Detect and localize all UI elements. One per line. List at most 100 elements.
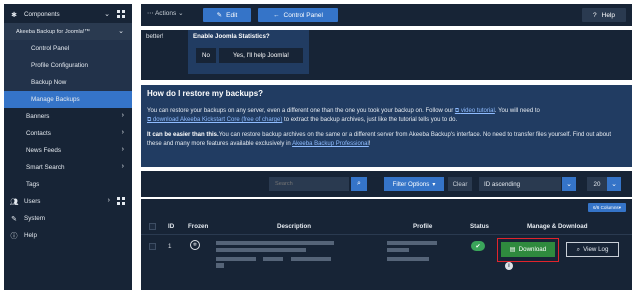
sidebar-item-label: Smart Search — [26, 164, 65, 171]
sidebar-item-system[interactable]: ✎ System — [4, 210, 132, 227]
restore-text: . You will need to — [494, 108, 540, 114]
more-icon: ⋯ — [147, 10, 154, 17]
sidebar-item-label: Manage Backups — [31, 96, 80, 103]
restore-info-panel: How do I restore my backups? You can res… — [141, 85, 632, 167]
restore-bold-text: It can be easier than this. — [147, 132, 219, 138]
help-label: Help — [601, 11, 615, 19]
sidebar-item-banners[interactable]: Banners › — [4, 108, 132, 125]
help-button[interactable]: ? Help — [582, 8, 626, 22]
chevron-down-icon[interactable]: ⌄ — [104, 10, 110, 18]
search-button[interactable]: ⌕ — [351, 177, 367, 191]
sort-dropdown-button[interactable]: ⌄ — [562, 177, 576, 191]
sidebar-item-label: Banners — [26, 113, 50, 120]
chevron-right-icon: › — [121, 146, 124, 153]
stats-no-button[interactable]: No — [196, 48, 216, 63]
select-all-checkbox[interactable] — [149, 223, 156, 230]
restore-text: to extract the backup archives, just lik… — [282, 117, 458, 123]
stats-title: Enable Joomla Statistics? — [193, 33, 270, 40]
sidebar-item-label: Control Panel — [31, 45, 70, 52]
akeeba-pro-link[interactable]: Akeeba Backup Professional — [292, 141, 369, 147]
check-icon: ✔ — [475, 243, 481, 250]
sidebar-item-backup-now[interactable]: Backup Now — [4, 74, 132, 91]
columns-toggle-label: 6/6 Columns — [592, 205, 619, 210]
status-ok-badge: ✔ — [471, 241, 485, 251]
sidebar-item-label: Contacts — [26, 130, 51, 137]
download-button[interactable]: ▤ Download — [501, 242, 555, 257]
row-checkbox[interactable] — [149, 243, 156, 250]
divider — [141, 234, 632, 235]
sidebar-item-label: System — [24, 215, 45, 222]
chevron-down-icon: ⌄ — [566, 181, 572, 188]
control-panel-label: Control Panel — [283, 11, 323, 19]
stats-yes-button[interactable]: Yes, I'll help Joomla! — [219, 48, 303, 63]
edit-label: Edit — [226, 11, 238, 19]
view-log-button[interactable]: ⌕ View Log — [566, 242, 619, 257]
search-input[interactable] — [269, 177, 349, 191]
search-icon: ⌕ — [357, 180, 361, 187]
caret-down-icon: ▾ — [432, 180, 436, 188]
filter-options-button[interactable]: Filter Options ▾ — [384, 177, 444, 191]
frozen-toggle[interactable]: ❄ — [190, 240, 200, 250]
search-icon: ⌕ — [576, 245, 581, 253]
sidebar-item-control-panel[interactable]: Control Panel — [4, 40, 132, 57]
sidebar-item-label: Backup Now — [31, 79, 67, 86]
column-header-manage-download: Manage & Download — [527, 223, 588, 230]
sidebar-item-components[interactable]: ✱ Components ⌄ — [4, 6, 132, 23]
admin-window: ✱ Components ⌄ Akeeba Backup for Joomla!… — [0, 0, 637, 292]
columns-toggle-button[interactable]: 6/6 Columns ▾ — [588, 203, 626, 212]
video-tutorial-link[interactable]: ⧉ video tutorial — [455, 108, 495, 114]
stats-panel: Enable Joomla Statistics? No Yes, I'll h… — [188, 30, 309, 74]
restore-text: ! — [368, 141, 371, 147]
info-icon: ⓘ — [10, 232, 18, 240]
column-header-description[interactable]: Description — [277, 223, 311, 230]
chevron-down-icon: ⌄ — [178, 10, 184, 17]
restore-title: How do I restore my backups? — [147, 89, 264, 98]
sidebar-item-users[interactable]: 👥︎ Users › — [4, 193, 132, 210]
chevron-down-icon[interactable]: ⌄ — [118, 27, 124, 35]
sidebar-item-label: Akeeba Backup for Joomla!™ — [16, 28, 90, 35]
sidebar: ✱ Components ⌄ Akeeba Backup for Joomla!… — [4, 4, 132, 290]
kickstart-link[interactable]: ⧉ download Akeeba Kickstart Core (free o… — [147, 117, 282, 123]
blurred-description — [263, 257, 283, 261]
kickstart-link-label: download Akeeba Kickstart Core (free of … — [152, 117, 283, 123]
blurred-profile — [387, 248, 409, 252]
backups-table: 6/6 Columns ▾ ID Frozen Description Prof… — [141, 199, 632, 290]
list-limit-dropdown-button[interactable]: ⌄ — [607, 177, 621, 191]
column-header-id[interactable]: ID — [168, 223, 174, 230]
sidebar-item-profile-configuration[interactable]: Profile Configuration — [4, 57, 132, 74]
blurred-description — [216, 241, 334, 245]
sidebar-item-tags[interactable]: Tags — [4, 176, 132, 193]
sidebar-item-help[interactable]: ⓘ Help — [4, 227, 132, 244]
stats-message: better! Enable Joomla Statistics? No Yes… — [141, 30, 632, 80]
dashboard-grid-icon[interactable] — [117, 10, 125, 18]
column-header-status: Status — [470, 223, 489, 230]
view-log-label: View Log — [583, 246, 609, 253]
sidebar-item-manage-backups[interactable]: Manage Backups — [4, 91, 132, 108]
sidebar-item-label: Users — [24, 198, 41, 205]
filter-options-label: Filter Options — [392, 180, 430, 188]
chevron-down-icon: ⌄ — [611, 181, 617, 188]
blurred-icon — [216, 263, 224, 268]
column-header-frozen[interactable]: Frozen — [188, 223, 208, 230]
list-limit-select[interactable]: 20 — [587, 177, 607, 191]
sidebar-item-news-feeds[interactable]: News Feeds › — [4, 142, 132, 159]
actions-dropdown[interactable]: ⋯ Actions ⌄ — [147, 9, 184, 17]
download-label: Download — [518, 246, 547, 253]
sort-select[interactable]: ID ascending — [479, 177, 561, 191]
edit-button[interactable]: ✎ Edit — [203, 8, 251, 22]
wrench-icon: ✎ — [11, 215, 17, 223]
sidebar-item-label: Help — [24, 232, 37, 239]
control-panel-button[interactable]: ← Control Panel — [258, 8, 338, 22]
dashboard-grid-icon[interactable] — [117, 197, 125, 205]
stats-text: better! — [146, 33, 164, 40]
clear-button[interactable]: Clear — [448, 177, 472, 191]
info-icon[interactable]: i — [505, 262, 513, 270]
sidebar-item-smart-search[interactable]: Smart Search › — [4, 159, 132, 176]
question-icon: ? — [593, 11, 597, 19]
sidebar-item-akeeba[interactable]: Akeeba Backup for Joomla!™ ⌄ — [4, 23, 132, 40]
restore-paragraph-2: It can be easier than this.You can resto… — [147, 131, 627, 149]
sidebar-item-contacts[interactable]: Contacts › — [4, 125, 132, 142]
column-header-profile[interactable]: Profile — [413, 223, 432, 230]
sidebar-item-label: News Feeds — [26, 147, 61, 154]
restore-text: You can restore your backups on any serv… — [147, 108, 455, 114]
